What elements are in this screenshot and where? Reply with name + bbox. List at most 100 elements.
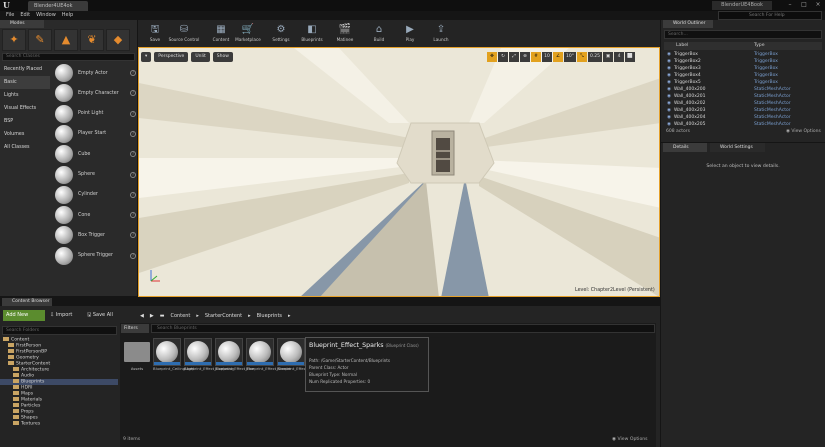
rotation-snap-value[interactable]: 10° bbox=[564, 51, 576, 62]
view-options-button[interactable]: ◉ View Options bbox=[612, 437, 648, 442]
menu-window[interactable]: Window bbox=[36, 11, 56, 20]
column-type[interactable]: Type bbox=[754, 42, 765, 50]
grid-snap-value[interactable]: 10 bbox=[542, 51, 552, 62]
help-icon[interactable]: ? bbox=[130, 90, 136, 97]
asset-folder[interactable]: Assets bbox=[122, 338, 152, 380]
rotation-snap-icon[interactable]: ∠ bbox=[553, 51, 563, 62]
category-basic[interactable]: Basic bbox=[0, 76, 50, 89]
visibility-eye-icon[interactable]: ◉ bbox=[664, 114, 674, 121]
outliner-row[interactable]: ◉ TriggerBox5 TriggerBox bbox=[664, 79, 816, 86]
visibility-eye-icon[interactable]: ◉ bbox=[664, 58, 674, 65]
forward-arrow-icon[interactable]: ▶ bbox=[150, 313, 154, 319]
help-icon[interactable]: ? bbox=[130, 110, 136, 117]
camera-speed-value[interactable]: 4 bbox=[614, 51, 625, 62]
menu-edit[interactable]: Edit bbox=[20, 11, 30, 20]
paint-mode-icon[interactable]: ✎ bbox=[28, 29, 52, 51]
help-icon[interactable]: ? bbox=[130, 252, 136, 259]
asset-tile[interactable]: Blueprint_Effect_Sparks bbox=[277, 338, 322, 380]
place-item[interactable]: Player Start? bbox=[50, 124, 137, 144]
tab-world-outliner[interactable]: World Outliner bbox=[663, 20, 713, 28]
outliner-row[interactable]: ◉ TriggerBox3 TriggerBox bbox=[664, 65, 816, 72]
minimize-button[interactable]: – bbox=[783, 0, 797, 11]
asset-tile[interactable]: Blueprint_CeilingLight bbox=[153, 338, 195, 380]
place-item[interactable]: Point Light? bbox=[50, 104, 137, 124]
geometry-mode-icon[interactable]: ◆ bbox=[106, 29, 130, 51]
outliner-row[interactable]: ◉ Wall_400x204 StaticMeshActor bbox=[664, 114, 816, 121]
outliner-view-options-button[interactable]: ◉ View Options bbox=[786, 129, 821, 134]
search-folders-input[interactable]: Search Folders bbox=[2, 326, 117, 335]
help-icon[interactable]: ? bbox=[130, 130, 136, 137]
place-item[interactable]: Empty Actor? bbox=[50, 63, 137, 83]
rotate-icon[interactable]: ↻ bbox=[498, 51, 508, 62]
category-lights[interactable]: Lights bbox=[0, 89, 50, 102]
outliner-row[interactable]: ◉ Wall_400x200 StaticMeshActor bbox=[664, 86, 816, 93]
view-mode-button[interactable]: Unlit bbox=[191, 51, 210, 62]
breadcrumb-content[interactable]: Content bbox=[170, 313, 190, 319]
search-help-input[interactable]: Search For Help bbox=[718, 11, 822, 20]
grid-snap-icon[interactable]: # bbox=[531, 51, 541, 62]
toolbar-build-button[interactable]: ⌂ Build bbox=[364, 22, 394, 46]
outliner-search-input[interactable]: Search... bbox=[664, 30, 822, 39]
category-volumes[interactable]: Volumes bbox=[0, 128, 50, 141]
help-icon[interactable]: ? bbox=[130, 151, 136, 158]
place-item[interactable]: Sphere? bbox=[50, 165, 137, 185]
asset-tile[interactable]: Blueprint_Effect_Fire bbox=[215, 338, 254, 380]
close-button[interactable]: × bbox=[811, 0, 825, 11]
save-all-button[interactable]: 🖫 Save All bbox=[87, 310, 113, 321]
landscape-mode-icon[interactable]: ▲ bbox=[54, 29, 78, 51]
place-item[interactable]: Cone? bbox=[50, 205, 137, 225]
translate-icon[interactable]: ✥ bbox=[487, 51, 497, 62]
outliner-row[interactable]: ◉ Wall_400x202 StaticMeshActor bbox=[664, 100, 816, 107]
place-item[interactable]: Cube? bbox=[50, 144, 137, 164]
visibility-eye-icon[interactable]: ◉ bbox=[664, 86, 674, 93]
place-item[interactable]: Sphere Trigger? bbox=[50, 246, 137, 266]
category-visual-effects[interactable]: Visual Effects bbox=[0, 102, 50, 115]
outliner-row[interactable]: ◉ TriggerBox2 TriggerBox bbox=[664, 58, 816, 65]
help-icon[interactable]: ? bbox=[130, 171, 136, 178]
outliner-row[interactable]: ◉ Wall_400x203 StaticMeshActor bbox=[664, 107, 816, 114]
toolbar-blueprints-button[interactable]: ◧ Blueprints bbox=[297, 22, 327, 46]
filters-button[interactable]: Filters bbox=[121, 324, 149, 333]
visibility-eye-icon[interactable]: ◉ bbox=[664, 51, 674, 58]
visibility-eye-icon[interactable]: ◉ bbox=[664, 72, 674, 79]
help-icon[interactable]: ? bbox=[130, 212, 136, 219]
help-icon[interactable]: ? bbox=[130, 70, 136, 76]
menu-file[interactable]: File bbox=[6, 11, 14, 20]
help-icon[interactable]: ? bbox=[130, 232, 136, 239]
search-classes-input[interactable]: Search Classes bbox=[2, 53, 135, 61]
tab-content-browser[interactable]: Content Browser bbox=[2, 298, 52, 306]
visibility-eye-icon[interactable]: ◉ bbox=[664, 93, 674, 100]
toolbar-marketplace-button[interactable]: 🛒 Marketplace bbox=[232, 22, 264, 46]
world-local-icon[interactable]: ⊕ bbox=[520, 51, 530, 62]
toolbar-matinee-button[interactable]: 🎬 Matinee bbox=[330, 22, 360, 46]
category-all-classes[interactable]: All Classes bbox=[0, 141, 50, 154]
outliner-row[interactable]: ◉ TriggerBox4 TriggerBox bbox=[664, 72, 816, 79]
scale-snap-icon[interactable]: ⤡ bbox=[576, 51, 587, 62]
help-icon[interactable]: ? bbox=[130, 191, 136, 198]
place-mode-icon[interactable]: ✦ bbox=[2, 29, 26, 51]
visibility-eye-icon[interactable]: ◉ bbox=[664, 100, 674, 107]
toolbar-source-control-button[interactable]: ⛁ Source Control bbox=[165, 22, 203, 46]
asset-tile[interactable]: Blueprint_Effect_Smoke bbox=[246, 338, 291, 380]
scale-icon[interactable]: ⤢ bbox=[509, 51, 519, 62]
breadcrumb-blueprints[interactable]: Blueprints bbox=[257, 313, 282, 319]
tab-details[interactable]: Details bbox=[663, 143, 707, 152]
import-button[interactable]: ⇩ Import bbox=[50, 310, 72, 321]
outliner-row[interactable]: ◉ TriggerBox TriggerBox bbox=[664, 51, 816, 58]
breadcrumb-startercontent[interactable]: StarterContent bbox=[205, 313, 242, 319]
maximize-button[interactable]: □ bbox=[797, 0, 811, 11]
visibility-eye-icon[interactable]: ◉ bbox=[664, 121, 674, 128]
viewport-menu-button[interactable]: ▾ bbox=[141, 51, 152, 62]
show-button[interactable]: Show bbox=[212, 51, 233, 62]
asset-tile[interactable]: Blueprint_Effect_Explosion bbox=[184, 338, 234, 380]
category-recently-placed[interactable]: Recently Placed bbox=[0, 63, 50, 76]
search-assets-input[interactable]: Search Blueprints bbox=[151, 324, 655, 333]
back-arrow-icon[interactable]: ◀ bbox=[140, 313, 144, 319]
visibility-eye-icon[interactable]: ◉ bbox=[664, 65, 674, 72]
tree-folder[interactable]: Textures bbox=[0, 421, 118, 427]
toolbar-play-button[interactable]: ▶ Play bbox=[395, 22, 425, 46]
outliner-row[interactable]: ◉ Wall_400x205 StaticMeshActor bbox=[664, 121, 816, 128]
toolbar-launch-button[interactable]: ⇪ Launch bbox=[426, 22, 456, 46]
visibility-eye-icon[interactable]: ◉ bbox=[664, 107, 674, 114]
visibility-eye-icon[interactable]: ◉ bbox=[664, 79, 674, 86]
